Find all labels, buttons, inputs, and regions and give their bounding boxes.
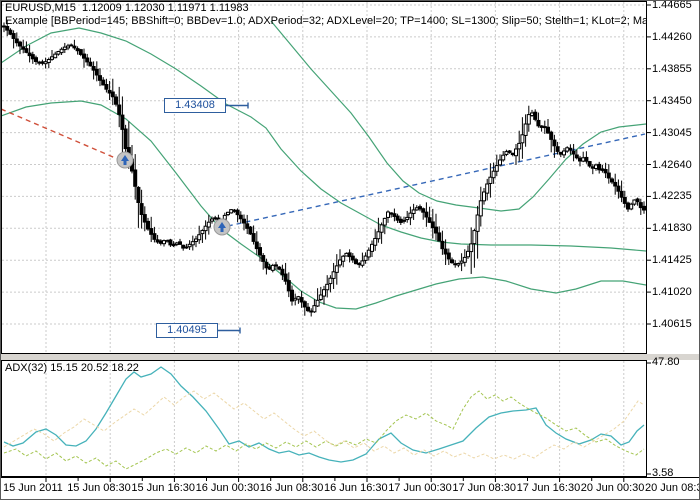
mt4-chart-window: EURUSD,M15 1.12009 1.12030 1.11971 1.119…: [0, 0, 700, 500]
chart-canvas[interactable]: [1, 1, 700, 500]
buy-arrow-marker: [214, 219, 230, 235]
pane-splitter[interactable]: [1, 354, 700, 360]
buy-arrow-marker: [117, 152, 133, 168]
